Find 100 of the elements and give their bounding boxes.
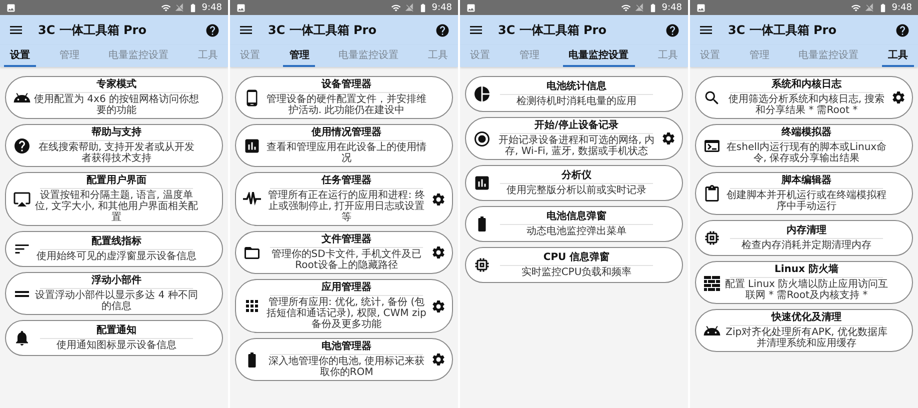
- status-time: 9:48: [892, 2, 912, 12]
- wifi-icon: [160, 2, 171, 12]
- search-icon: [703, 88, 721, 106]
- app-title: 3C 一体工具箱 Pro: [728, 22, 838, 38]
- card-title: 快速优化及清理: [772, 312, 842, 324]
- settings-icon[interactable]: [891, 90, 906, 105]
- card-title: 帮助与支持: [92, 127, 142, 139]
- chip-icon: [703, 229, 721, 247]
- settings-icon[interactable]: [431, 192, 446, 206]
- menu-card[interactable]: 任务管理器 管理所有正在运行的应用和进程: 终止或强制停止, 打开应用日志或设置等: [235, 172, 453, 226]
- card-description: 管理设备的硬件配置文件，并安排维护活动. 此功能仍在建设中: [266, 94, 428, 116]
- menu-card[interactable]: 内存清理 检查内存消耗并定期清理内存: [695, 220, 913, 256]
- image-icon: [236, 2, 246, 12]
- card-title: 使用情况管理器: [312, 127, 382, 139]
- menu-card[interactable]: 浮动小部件 设置浮动小部件以显示多达 4 种不同的信息: [5, 272, 223, 315]
- bar-chart-icon: [473, 174, 491, 192]
- card-title: 文件管理器: [322, 234, 372, 246]
- card-description: 管理所有正在运行的应用和进程: 终止或强制停止, 打开应用日志或设置等: [267, 190, 426, 223]
- card-description: 使用筛选分析系统和内核日志, 搜索和分享结果 * 需Root *: [727, 94, 886, 116]
- card-title: 配置线指标: [92, 236, 142, 248]
- menu-card[interactable]: Linux 防火墙 配置 Linux 防火墙以防止应用访问互联网 * 需Root及内核支持 *: [695, 261, 913, 304]
- tab[interactable]: 管理: [283, 45, 316, 67]
- menu-card[interactable]: 快速优化及清理 Zip对齐化处理所有APK, 优化数据库并清理系统和应用缓存: [695, 309, 913, 352]
- image-icon: [696, 2, 706, 12]
- menu-card[interactable]: 脚本编辑器 创建脚本并开机运行或在终端模拟程序中手动运行: [695, 172, 913, 215]
- grid-icon: [243, 297, 261, 315]
- card-description: 设置浮动小部件以显示多达 4 种不同的信息: [34, 290, 199, 312]
- help-icon: [13, 136, 31, 154]
- signal-icon: [174, 3, 184, 12]
- wifi-icon: [850, 2, 861, 12]
- card-title: 电池统计信息: [546, 81, 606, 93]
- card-title: 电池信息弹窗: [546, 211, 606, 223]
- tab[interactable]: 设置: [4, 45, 36, 67]
- pie-chart-icon: [473, 85, 491, 103]
- card-description: 使用通知图标显示设备信息: [56, 340, 176, 351]
- card-description: 使用完整版分析以前或实时记录: [506, 185, 646, 196]
- app-title: 3C 一体工具箱 Pro: [498, 22, 608, 38]
- menu-card[interactable]: 帮助与支持 在线搜索帮助, 支持开发者或从开发者获得技术支持: [5, 124, 223, 167]
- menu-card[interactable]: 使用情况管理器 查看和管理应用在此设备上的使用情况: [235, 124, 453, 167]
- status-time: 9:48: [662, 2, 682, 12]
- settings-icon[interactable]: [431, 298, 446, 314]
- card-title: 脚本编辑器: [782, 175, 832, 187]
- card-title: 专家模式: [96, 79, 136, 91]
- card-title: 浮动小部件: [92, 275, 142, 287]
- bar-chart-icon: [243, 136, 261, 154]
- menu-card[interactable]: 电池管理器 深入地管理你的电池, 使用标记来获取你的ROM: [235, 338, 453, 381]
- settings-icon[interactable]: [431, 352, 446, 367]
- tab[interactable]: 工具: [882, 45, 914, 67]
- menu-card[interactable]: 系统和内核日志 使用筛选分析系统和内核日志, 搜索和分享结果 * 需Root *: [695, 76, 913, 119]
- tab[interactable]: 电量监控设置: [562, 45, 635, 67]
- card-description: 在线搜索帮助, 支持开发者或从开发者获得技术支持: [37, 142, 196, 164]
- card-description: 实时监控CPU负载和频率: [521, 267, 632, 278]
- menu-card[interactable]: 电池信息弹窗 动态电池监控弹出菜单: [465, 206, 683, 242]
- chip-icon: [473, 256, 491, 274]
- card-title: 终端模拟器: [782, 127, 832, 139]
- menu-card[interactable]: 应用管理器 管理所有应用: 优化, 统计, 备份 (包括短信和通话记录), 权限, CWM zip备份及更多功能: [235, 279, 453, 333]
- card-description: 管理所有应用: 优化, 统计, 备份 (包括短信和通话记录), 权限, CWM zip备份及更多功能: [266, 297, 428, 330]
- card-description: 动态电池监控弹出菜单: [526, 226, 626, 237]
- card-description: 在shell内运行现有的脚本或Linux命令, 保存或分享输出结果: [725, 142, 888, 164]
- help-icon[interactable]: [665, 22, 680, 38]
- card-description: 使用始终可见的虚浮窗显示设备信息: [36, 251, 196, 262]
- status-time: 9:48: [432, 2, 452, 12]
- menu-card[interactable]: 配置线指标 使用始终可见的虚浮窗显示设备信息: [5, 231, 223, 267]
- app-title: 3C 一体工具箱 Pro: [268, 22, 378, 38]
- help-icon[interactable]: [895, 22, 910, 38]
- menu-card[interactable]: 设备管理器 管理设备的硬件配置文件，并安排维护活动. 此功能仍在建设中: [235, 76, 453, 119]
- card-title: 配置通知: [96, 325, 136, 337]
- pulse-icon: [243, 192, 261, 206]
- menu-card[interactable]: 开始/停止设备记录 开始记录设备进程和可选的网络, 内存, Wi-Fi, 蓝牙, 数据或手机状态: [465, 117, 683, 160]
- card-title: 电池管理器: [322, 341, 372, 353]
- card-title: 配置用户界面: [86, 175, 146, 187]
- card-title: 开始/停止设备记录: [534, 120, 618, 132]
- card-description: 设置按钮和分隔主题, 语言, 温度单位, 文字大小, 和其他用户界面相关配置: [34, 190, 199, 223]
- card-description: Zip对齐化处理所有APK, 优化数据库并清理系统和应用缓存: [724, 327, 888, 349]
- menu-card[interactable]: 终端模拟器 在shell内运行现有的脚本或Linux命令, 保存或分享输出结果: [695, 124, 913, 167]
- menu-card[interactable]: CPU 信息弹窗 实时监控CPU负载和频率: [465, 247, 683, 283]
- menu-card[interactable]: 电池统计信息 检测待机时消耗电量的应用: [465, 76, 683, 112]
- menu-card[interactable]: 配置通知 使用通知图标显示设备信息: [5, 320, 223, 356]
- menu-card[interactable]: 配置用户界面 设置按钮和分隔主题, 语言, 温度单位, 文字大小, 和其他用户界面相关配置: [5, 172, 223, 226]
- screen-icon: [13, 190, 31, 208]
- menu-card[interactable]: 文件管理器 管理你的SD卡文件, 手机文件及已Root设备上的隐藏路径: [235, 231, 453, 274]
- card-title: 应用管理器: [322, 282, 372, 294]
- wifi-icon: [620, 2, 631, 12]
- card-description: 创建脚本并开机运行或在终端模拟程序中手动运行: [726, 190, 888, 212]
- card-title: 分析仪: [562, 170, 592, 182]
- card-title: CPU 信息弹窗: [543, 252, 610, 264]
- card-title: 系统和内核日志: [772, 79, 842, 91]
- menu-card[interactable]: 分析仪 使用完整版分析以前或实时记录: [465, 165, 683, 201]
- bell-icon: [13, 329, 31, 347]
- signal-icon: [404, 3, 414, 12]
- card-description: 深入地管理你的电池, 使用标记来获取你的ROM: [267, 356, 426, 378]
- menu-card[interactable]: 专家模式 使用配置为 4x6 的按钮网格访问你想要的功能: [5, 76, 223, 119]
- settings-icon[interactable]: [661, 131, 676, 146]
- image-icon: [466, 2, 476, 12]
- help-icon[interactable]: [435, 22, 450, 38]
- card-description: 检测待机时消耗电量的应用: [516, 96, 636, 107]
- help-icon[interactable]: [205, 22, 220, 38]
- card-description: 配置 Linux 防火墙以防止应用访问互联网 * 需Root及内核支持 *: [724, 279, 889, 301]
- settings-icon[interactable]: [431, 245, 446, 260]
- card-description: 管理你的SD卡文件, 手机文件及已Root设备上的隐藏路径: [270, 249, 423, 271]
